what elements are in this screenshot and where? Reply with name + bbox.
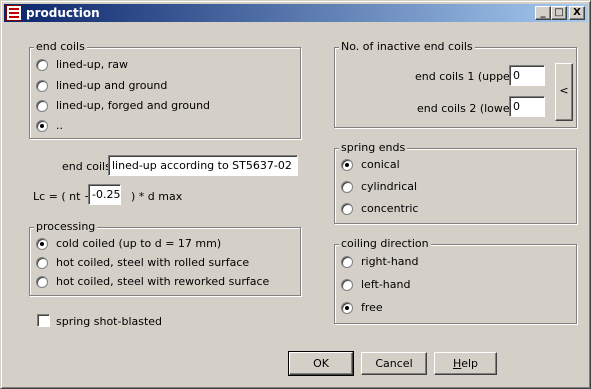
production-dialog: production _ □ X end coils lined-up, raw…: [0, 0, 591, 389]
radio-button[interactable]: [36, 120, 48, 132]
option-label: hot coiled, steel with reworked surface: [56, 275, 270, 288]
coiling-group-title: coiling direction: [339, 237, 431, 250]
option-label: right-hand: [361, 255, 419, 268]
option-label: ..: [56, 119, 63, 132]
app-icon: [6, 5, 22, 21]
radio-button[interactable]: [341, 256, 353, 268]
option-label: lined-up, forged and ground: [56, 99, 211, 112]
lc-prefix-label: Lc = ( nt +: [33, 190, 94, 203]
radio-button[interactable]: [36, 276, 48, 288]
radio-button[interactable]: [36, 100, 48, 112]
coiling-direction-group: coiling direction right-hand left-hand f…: [334, 237, 577, 324]
end-coils-field-label: end coils: [62, 160, 111, 173]
option-label: hot coiled, steel with rolled surface: [56, 256, 250, 269]
inactive-group-title: No. of inactive end coils: [339, 40, 475, 53]
inactive-end-coils-group: No. of inactive end coils end coils 1 (u…: [334, 40, 577, 128]
help-button[interactable]: Help: [434, 352, 497, 375]
option-label: concentric: [361, 202, 419, 215]
option-label: left-hand: [361, 278, 411, 291]
option-label: cold coiled (up to d = 17 mm): [56, 237, 222, 250]
lc-input[interactable]: -0.25: [88, 184, 121, 205]
processing-group: processing cold coiled (up to d = 17 mm)…: [29, 220, 301, 296]
shot-blasted-checkbox[interactable]: [37, 314, 50, 327]
shot-blasted-label: spring shot-blasted: [56, 315, 163, 328]
radio-button[interactable]: [341, 302, 353, 314]
lower-end-coils-label: end coils 2 (lower): [417, 102, 519, 115]
spring-ends-group: spring ends conical cylindrical concentr…: [334, 141, 577, 224]
help-accelerator: H: [452, 357, 462, 370]
option-label: lined-up, raw: [56, 58, 129, 71]
cancel-button[interactable]: Cancel: [361, 352, 427, 375]
radio-button[interactable]: [36, 238, 48, 250]
end-coils-input[interactable]: lined-up according to ST5637-02: [108, 155, 298, 176]
radio-button[interactable]: [36, 257, 48, 269]
option-label: conical: [361, 158, 400, 171]
help-label-rest: elp: [461, 357, 479, 370]
radio-button[interactable]: [341, 159, 353, 171]
option-label: cylindrical: [361, 180, 418, 193]
upper-end-coils-label: end coils 1 (upper): [415, 70, 519, 83]
title-bar[interactable]: production _ □ X: [4, 4, 588, 22]
close-button[interactable]: X: [569, 6, 585, 20]
minimize-button[interactable]: _: [535, 6, 551, 20]
maximize-button[interactable]: □: [551, 6, 567, 20]
radio-button[interactable]: [341, 203, 353, 215]
radio-button[interactable]: [36, 59, 48, 71]
spring-ends-group-title: spring ends: [339, 141, 408, 154]
ok-button[interactable]: OK: [288, 351, 354, 376]
window-title: production: [26, 6, 100, 20]
end-coils-group-title: end coils: [34, 40, 87, 53]
lc-suffix-label: ) * d max: [131, 190, 183, 203]
option-label: lined-up and ground: [56, 79, 168, 92]
radio-button[interactable]: [341, 181, 353, 193]
end-coils-group: end coils lined-up, raw lined-up and gro…: [29, 40, 301, 139]
collapse-arrow-button[interactable]: <: [555, 63, 573, 121]
lower-end-coils-input[interactable]: 0: [509, 96, 545, 117]
upper-end-coils-input[interactable]: 0: [509, 65, 545, 86]
processing-group-title: processing: [34, 220, 98, 233]
option-label: free: [361, 301, 383, 314]
radio-button[interactable]: [341, 279, 353, 291]
radio-button[interactable]: [36, 80, 48, 92]
